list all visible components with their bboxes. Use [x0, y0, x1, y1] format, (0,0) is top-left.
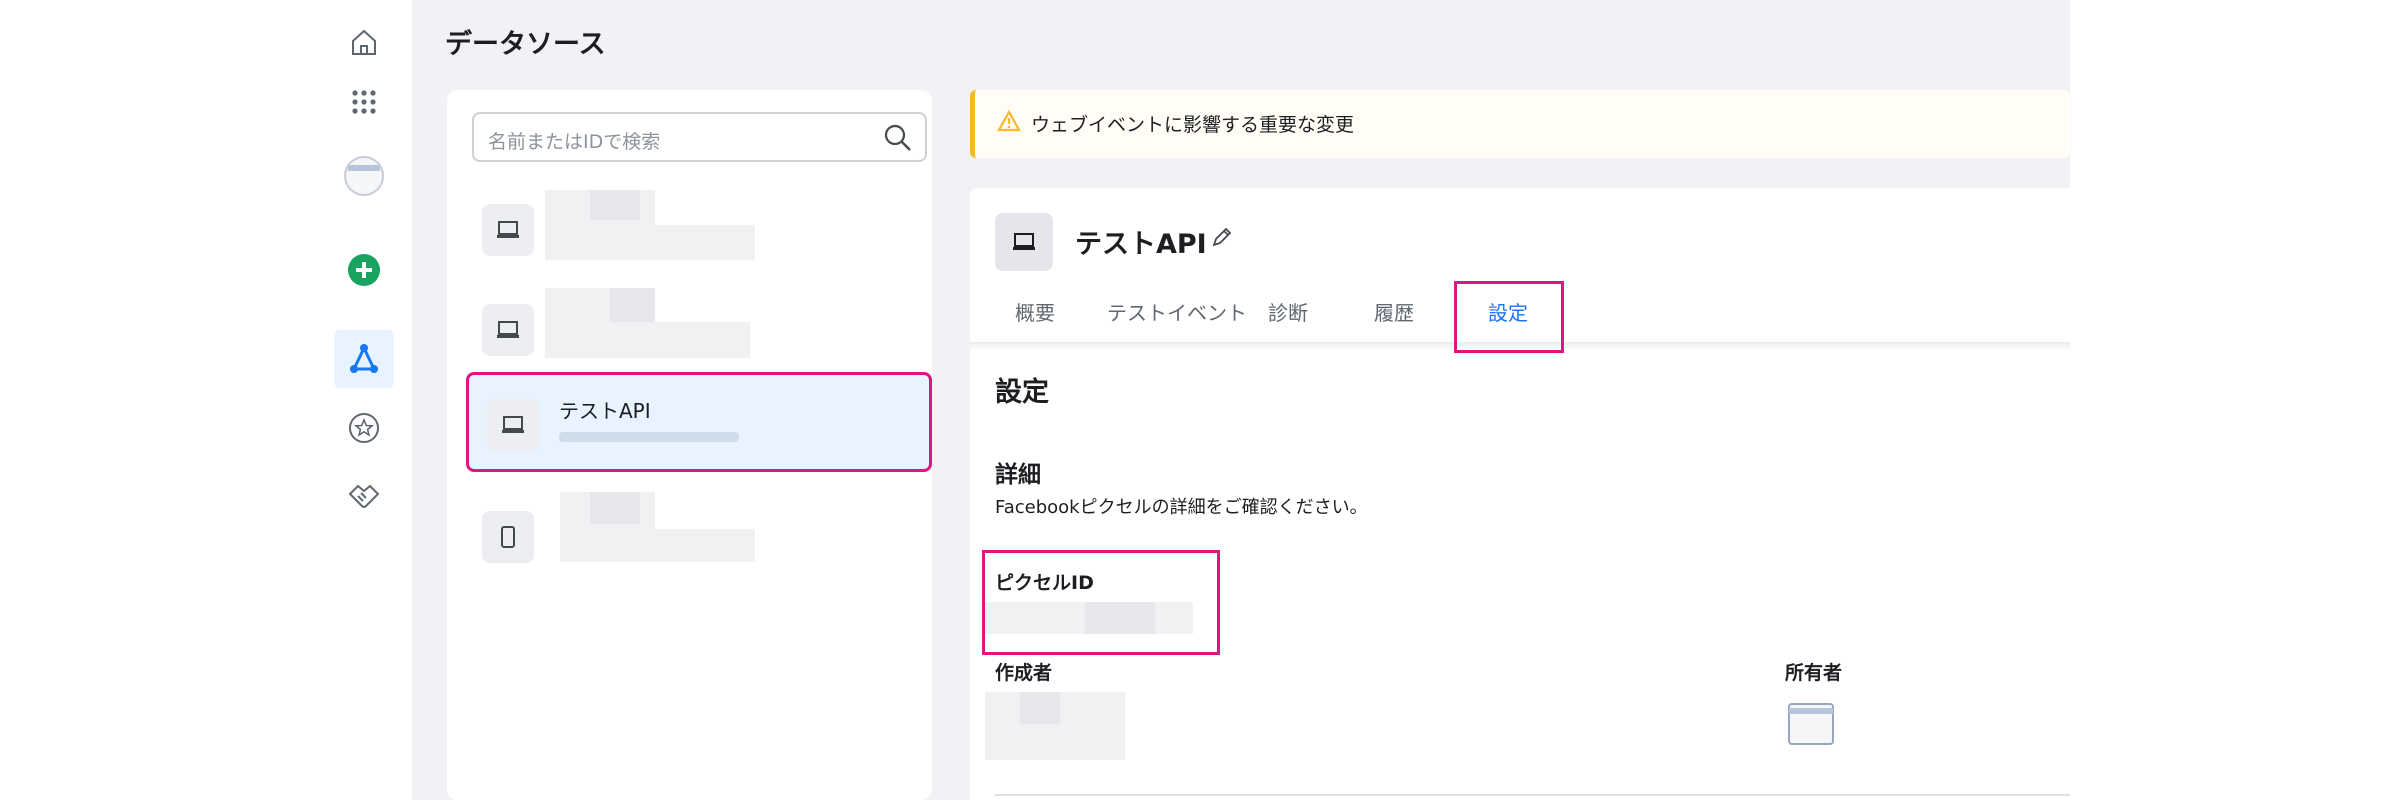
edit-pencil-icon[interactable] [1210, 225, 1234, 253]
data-source-name: テストAPI [559, 399, 651, 423]
events-manager-icon[interactable] [334, 330, 394, 388]
data-source-item-selected[interactable]: テストAPI [466, 372, 932, 472]
tab-history[interactable]: 履歴 [1374, 297, 1414, 326]
redacted-block [610, 288, 655, 322]
warning-banner[interactable]: ウェブイベントに影響する重要な変更 [970, 90, 2070, 158]
home-icon[interactable] [340, 18, 388, 66]
redacted-block [1020, 692, 1060, 724]
owner-avatar[interactable] [1787, 702, 1835, 746]
desktop-icon [995, 213, 1053, 271]
data-source-item[interactable] [460, 487, 930, 587]
mobile-icon [482, 511, 534, 563]
partners-handshake-icon[interactable] [340, 472, 388, 520]
redacted-block [590, 492, 640, 524]
desktop-icon [487, 399, 539, 451]
search-icon[interactable] [883, 123, 913, 157]
search-placeholder: 名前またはIDで検索 [488, 131, 661, 153]
redacted-block [655, 225, 755, 260]
owner-label: 所有者 [1785, 662, 1843, 684]
warning-text: ウェブイベントに影響する重要な変更 [1031, 114, 1355, 136]
tab-test-events[interactable]: テストイベント [1107, 297, 1247, 326]
tab-overview[interactable]: 概要 [1015, 297, 1055, 326]
favorites-star-icon[interactable] [340, 404, 388, 452]
highlight-box [1454, 281, 1564, 353]
pixel-id-label: ピクセルID [995, 572, 1094, 594]
data-source-item[interactable] [460, 280, 930, 380]
details-description: Facebookピクセルの詳細をご確認ください。 [995, 497, 1368, 518]
create-plus-icon[interactable] [340, 246, 388, 294]
redacted-block [1085, 602, 1155, 634]
details-title: 詳細 [995, 462, 1041, 488]
redacted-id [559, 432, 739, 442]
section-title: 設定 [995, 377, 1049, 408]
profile-avatar-icon[interactable] [340, 152, 388, 200]
redacted-block [655, 529, 755, 562]
warning-icon [997, 109, 1021, 136]
tab-diagnostics[interactable]: 診断 [1268, 297, 1308, 326]
redacted-block [590, 190, 640, 220]
redacted-block [655, 322, 750, 358]
data-source-title: テストAPI [1075, 229, 1207, 260]
data-source-item[interactable] [460, 180, 930, 280]
page-title: データソース [445, 29, 606, 60]
apps-grid-icon[interactable] [340, 78, 388, 126]
desktop-icon [482, 304, 534, 356]
search-input[interactable]: 名前またはIDで検索 [472, 112, 927, 162]
desktop-icon [482, 204, 534, 256]
global-nav-rail [322, 0, 414, 800]
section-divider [995, 794, 2070, 796]
creator-label: 作成者 [995, 662, 1053, 684]
